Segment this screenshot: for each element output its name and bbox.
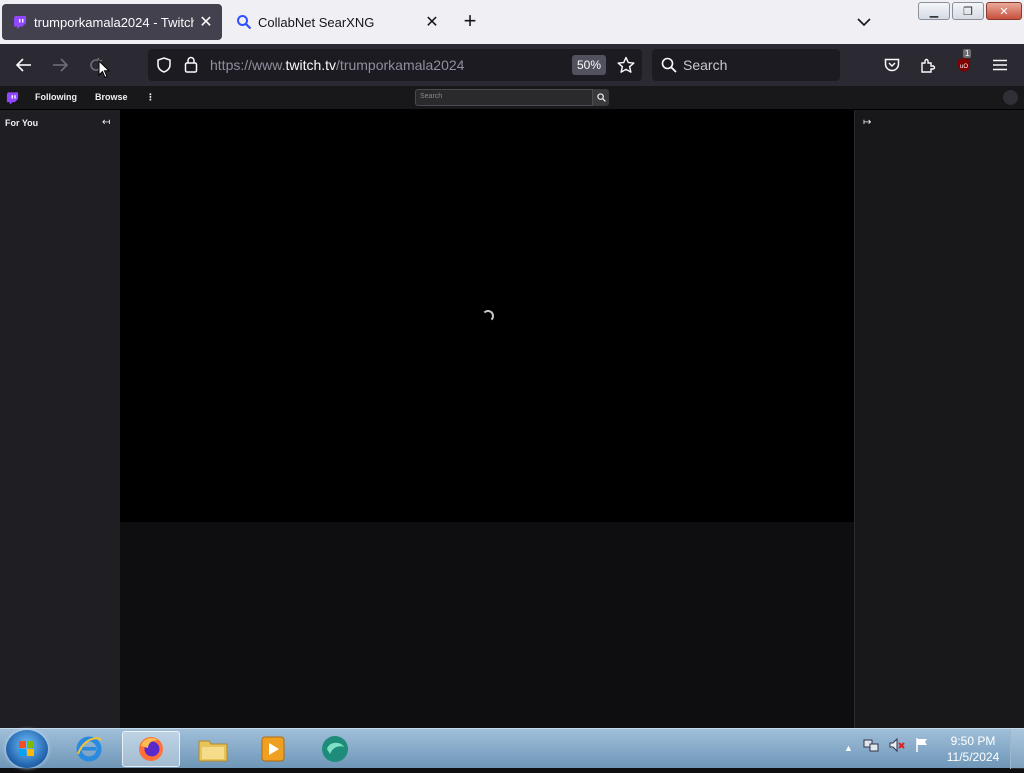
back-arrow-icon[interactable] [11, 52, 37, 78]
windows-taskbar: ▲ 9:50 PM 11/5/2024 [0, 728, 1024, 769]
tab-searxng[interactable]: CollabNet SearXNG ✕ [226, 4, 448, 40]
minimize-button[interactable]: ▁ [918, 2, 950, 20]
start-button[interactable] [6, 730, 48, 768]
volume-muted-icon[interactable] [889, 737, 905, 758]
mouse-cursor-icon [98, 59, 111, 84]
search-icon [596, 93, 606, 102]
more-menu-icon[interactable]: ⋮ [146, 92, 155, 103]
search-placeholder: Search [683, 57, 728, 73]
channel-info-area [120, 522, 854, 728]
show-desktop-button[interactable] [1010, 729, 1024, 769]
tab-title: trumporkamala2024 - Twitch [34, 14, 194, 30]
extension-badge: 1 [963, 49, 972, 58]
zoom-level-button[interactable]: 50% [572, 55, 606, 75]
tab-close-icon[interactable]: ✕ [420, 10, 444, 34]
twitch-logo-icon[interactable] [6, 91, 19, 110]
taskbar-clock[interactable]: 9:50 PM 11/5/2024 [944, 733, 1002, 765]
windows-logo-icon [19, 741, 34, 756]
url-bar[interactable]: https://www.twitch.tv/trumporkamala2024 … [148, 49, 642, 81]
search-bar[interactable]: Search [652, 49, 840, 81]
expand-chat-icon[interactable]: ↦ [863, 117, 871, 128]
search-icon [661, 57, 677, 78]
nav-browse-link[interactable]: Browse [95, 92, 128, 102]
app-menu-hamburger-icon[interactable] [987, 52, 1013, 78]
system-tray: ▲ [844, 737, 929, 758]
twitch-search-input[interactable]: Search [415, 89, 593, 106]
video-player[interactable] [120, 110, 854, 522]
svg-text:uO: uO [960, 64, 968, 70]
bookmark-star-icon[interactable] [617, 56, 635, 79]
firefox-taskbar-icon[interactable] [122, 731, 180, 767]
user-avatar[interactable] [1003, 90, 1018, 105]
extensions-puzzle-icon[interactable] [915, 52, 941, 78]
lock-icon[interactable] [184, 56, 198, 78]
network-icon[interactable] [863, 737, 879, 758]
shield-icon[interactable] [156, 57, 172, 78]
url-prefix: https://www. [210, 57, 286, 73]
list-all-tabs-chevron-icon[interactable] [852, 10, 876, 34]
collapse-sidebar-icon[interactable]: ↤ [102, 117, 110, 128]
app-taskbar-icon[interactable] [306, 731, 364, 767]
twitch-chat-column: ↦ [854, 110, 1024, 728]
nav-following-link[interactable]: Following [35, 92, 77, 102]
restore-button[interactable]: ❐ [952, 2, 984, 20]
tab-twitch[interactable]: trumporkamala2024 - Twitch ✕ [2, 4, 222, 40]
new-tab-button[interactable]: + [458, 10, 482, 34]
url-host: twitch.tv [285, 57, 337, 73]
twitch-favicon-icon [12, 14, 28, 30]
tab-close-icon[interactable]: ✕ [194, 10, 218, 34]
navigation-toolbar: https://www.twitch.tv/trumporkamala2024 … [0, 44, 1024, 86]
close-window-button[interactable]: ✕ [986, 2, 1022, 20]
ublock-extension-icon[interactable]: uO 1 [951, 49, 977, 78]
pocket-icon[interactable] [879, 52, 905, 78]
sidebar-heading: For You [5, 118, 39, 128]
twitch-left-sidebar: For You ↤ [0, 110, 120, 728]
forward-arrow-icon[interactable] [47, 52, 73, 78]
twitch-search-button[interactable] [593, 89, 609, 106]
url-text[interactable]: https://www.twitch.tv/trumporkamala2024 [210, 57, 464, 73]
tab-title: CollabNet SearXNG [258, 14, 375, 30]
action-center-flag-icon[interactable] [915, 737, 929, 758]
clock-date: 11/5/2024 [946, 750, 1000, 764]
file-explorer-icon[interactable] [184, 731, 242, 767]
clock-time: 9:50 PM [950, 734, 996, 748]
internet-explorer-icon[interactable] [60, 731, 118, 767]
tab-bar: trumporkamala2024 - Twitch ✕ CollabNet S… [0, 0, 1024, 44]
twitch-top-nav: Following Browse ⋮ Search [0, 86, 1024, 110]
media-player-icon[interactable] [244, 731, 302, 767]
search-favicon-icon [236, 14, 252, 30]
loading-spinner-icon [482, 310, 494, 322]
show-hidden-icons-icon[interactable]: ▲ [844, 743, 853, 753]
url-path: /trumporkamala2024 [336, 57, 465, 73]
